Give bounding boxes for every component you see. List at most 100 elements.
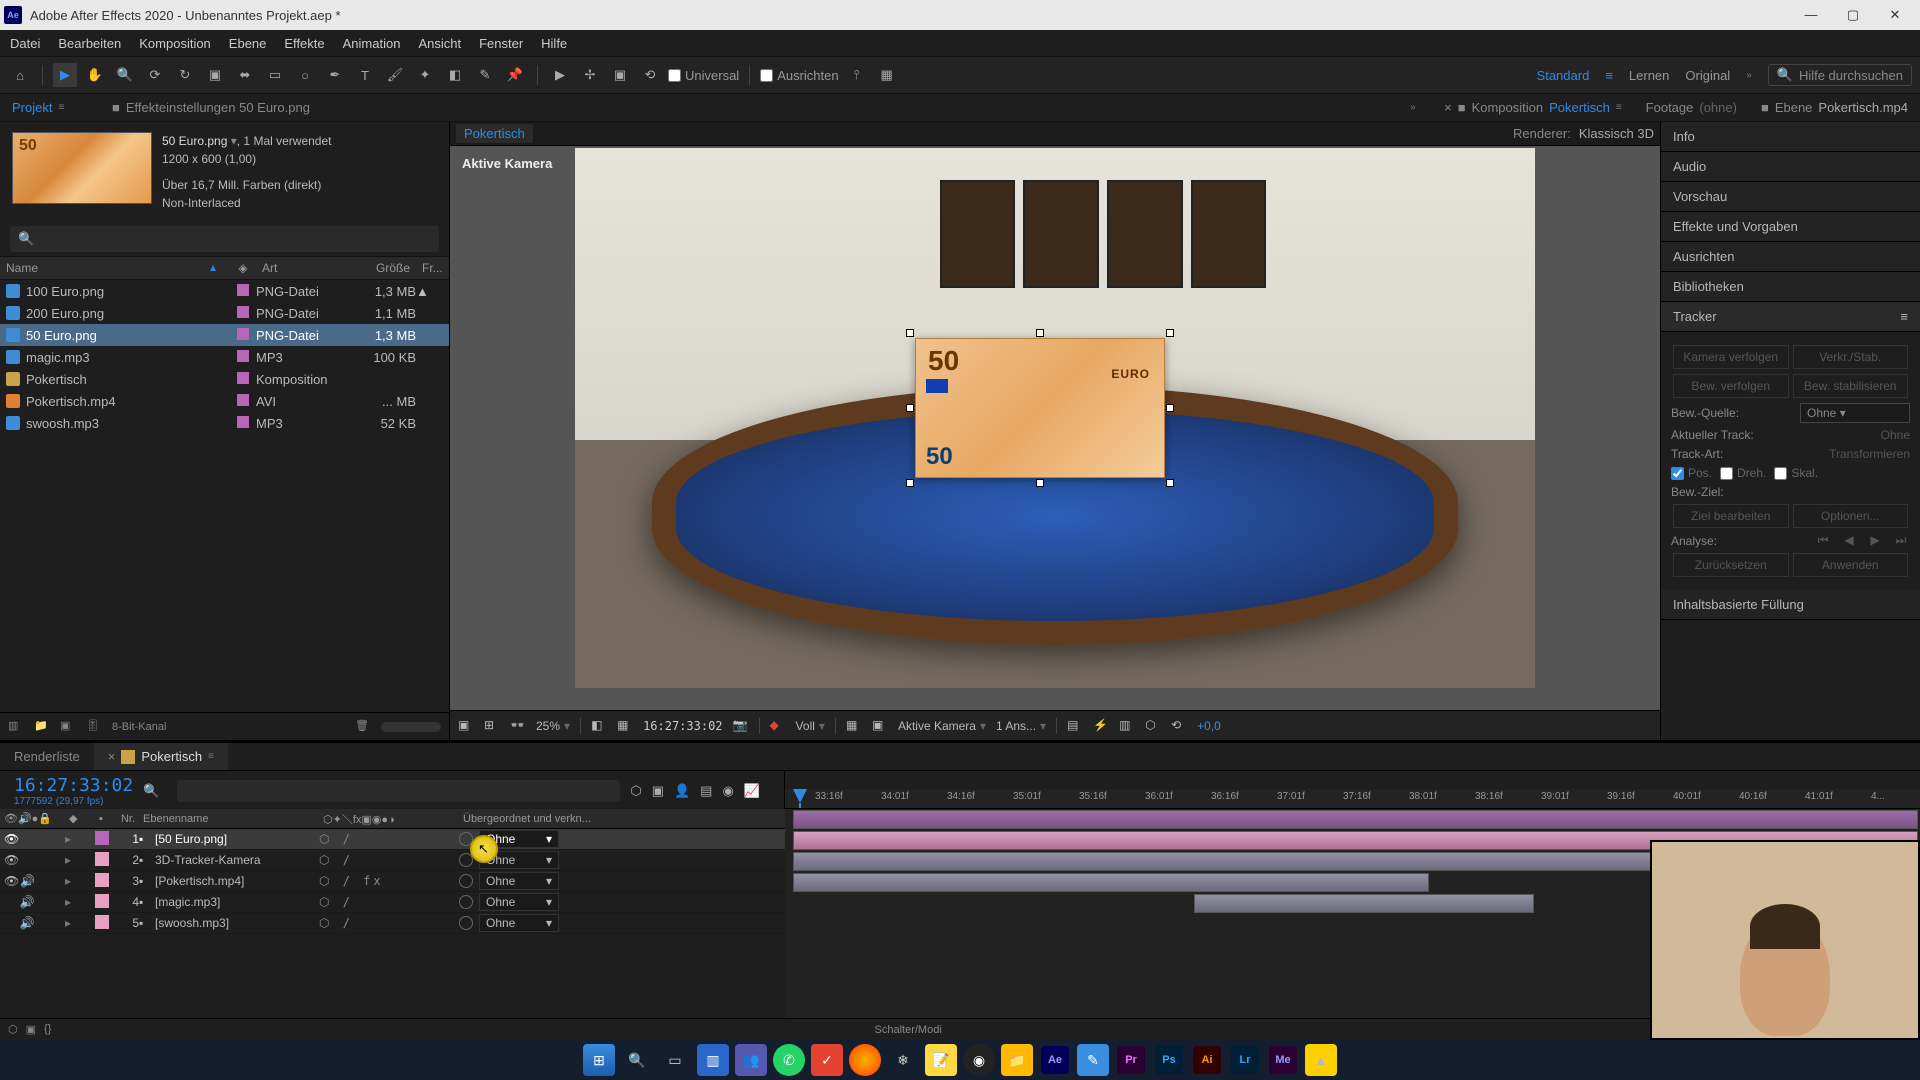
layer-bar-4[interactable] <box>793 873 1429 892</box>
project-search-input[interactable]: 🔍 <box>10 226 439 252</box>
menu-animation[interactable]: Animation <box>343 36 401 51</box>
parent-dropdown[interactable]: Ohne▾ <box>479 893 559 911</box>
comp-mini-flow-icon[interactable]: ⬡ <box>630 783 641 799</box>
edit-target-button[interactable]: Ziel bearbeiten <box>1673 504 1789 528</box>
start-button[interactable]: ⊞ <box>583 1044 615 1076</box>
home-icon[interactable]: ⌂ <box>8 63 32 87</box>
banknote-layer[interactable]: 50 EURO 50 <box>915 338 1165 478</box>
minimize-button[interactable]: — <box>1802 7 1820 23</box>
photoshop-icon[interactable]: Ps <box>1153 1044 1185 1076</box>
reset-exposure-icon[interactable]: ⟲ <box>1171 718 1187 734</box>
mask-icon[interactable]: 👓 <box>510 718 526 734</box>
analyze-back-icon[interactable]: ⏮ <box>1814 533 1832 548</box>
col-layername[interactable]: Ebenenname <box>139 813 319 825</box>
col-nr[interactable]: Nr. <box>115 813 139 825</box>
col-name[interactable]: Name <box>6 261 38 275</box>
track-camera-button[interactable]: Kamera verfolgen <box>1673 345 1789 369</box>
menu-edit[interactable]: Bearbeiten <box>58 36 121 51</box>
taskbar-search-icon[interactable]: 🔍 <box>621 1044 653 1076</box>
interpret-icon[interactable]: ▥ <box>8 719 24 735</box>
shy-icon[interactable]: 👤 <box>674 783 690 799</box>
parent-dropdown[interactable]: Ohne▾ <box>479 872 559 890</box>
project-item[interactable]: Pokertisch Komposition <box>0 368 449 390</box>
layer-bar-1[interactable] <box>793 810 1918 829</box>
comp-breadcrumb[interactable]: Pokertisch <box>456 124 533 143</box>
renderer-value[interactable]: Klassisch 3D <box>1579 126 1654 141</box>
project-item[interactable]: swoosh.mp3 MP3 52 KB <box>0 412 449 434</box>
illustrator-icon[interactable]: Ai <box>1191 1044 1223 1076</box>
menu-help[interactable]: Hilfe <box>541 36 567 51</box>
timeline-layer-row[interactable]: 🔊 ▸ 5 ▪[swoosh.mp3] ⬡ / Ohne▾ <box>0 913 785 934</box>
panel-content-fill[interactable]: Inhaltsbasierte Füllung <box>1661 590 1920 620</box>
col-size[interactable]: Größe <box>356 257 416 279</box>
timeline-timecode[interactable]: 16:27:33:02 <box>14 775 133 796</box>
exposure-value[interactable]: +0,0 <box>1197 719 1221 733</box>
panel-align[interactable]: Ausrichten <box>1661 242 1920 272</box>
menu-window[interactable]: Fenster <box>479 36 523 51</box>
local-axis-icon[interactable]: ▶ <box>548 63 572 87</box>
close-button[interactable]: ✕ <box>1886 7 1904 23</box>
premiere-icon[interactable]: Pr <box>1115 1044 1147 1076</box>
pixel-aspect-icon[interactable]: ▤ <box>1067 718 1083 734</box>
rect-tool-icon[interactable]: ▭ <box>263 63 287 87</box>
tab-layer[interactable]: ■Ebene Pokertisch.mp4 <box>1749 94 1920 121</box>
parent-dropdown[interactable]: Ohne▾ <box>479 914 559 932</box>
ellipse-tool-icon[interactable]: ○ <box>293 63 317 87</box>
panel-menu-icon[interactable]: ≡ <box>1900 309 1908 324</box>
channel-icon[interactable]: ◆ <box>770 718 786 734</box>
selection-tool-icon[interactable]: ▶ <box>53 63 77 87</box>
position-checkbox[interactable]: Pos. <box>1671 466 1712 480</box>
pickwhip-icon[interactable] <box>459 874 473 888</box>
stabilize-button[interactable]: Bew. stabilisieren <box>1793 374 1909 398</box>
switches-modes-label[interactable]: Schalter/Modi <box>875 1024 942 1036</box>
timeline-search-input[interactable] <box>177 780 620 802</box>
menu-composition[interactable]: Komposition <box>139 36 211 51</box>
pan-behind-tool-icon[interactable]: ⬌ <box>233 63 257 87</box>
3d-icon[interactable]: ▣ <box>872 718 888 734</box>
panel-preview[interactable]: Vorschau <box>1661 182 1920 212</box>
text-tool-icon[interactable]: T <box>353 63 377 87</box>
rotate-tool-icon[interactable]: ↻ <box>173 63 197 87</box>
firefox-icon[interactable] <box>849 1044 881 1076</box>
toggle-switches-icon[interactable]: ⬡ <box>8 1023 18 1036</box>
new-folder-icon[interactable]: 📁 <box>34 719 50 735</box>
snap-ext-icon[interactable]: ⫯ <box>845 63 869 87</box>
viewer-timecode[interactable]: 16:27:33:02 <box>643 719 722 733</box>
roi-icon[interactable]: ▦ <box>617 718 633 734</box>
timeline-layer-row[interactable]: 👁 ▸ 1 ▪[50 Euro.png] ⬡ / Ohne▾ <box>0 829 785 850</box>
analyze-fwd-icon[interactable]: ▶ <box>1866 533 1884 548</box>
zoom-tool-icon[interactable]: 🔍 <box>113 63 137 87</box>
mag-ratio-icon[interactable]: ▣ <box>458 718 474 734</box>
transparency-icon[interactable]: ▦ <box>846 718 862 734</box>
snapshot-icon[interactable]: 📷 <box>733 718 749 734</box>
rotation-checkbox[interactable]: Dreh. <box>1720 466 1766 480</box>
clone-tool-icon[interactable]: ✦ <box>413 63 437 87</box>
pickwhip-icon[interactable] <box>459 916 473 930</box>
settings-icon[interactable]: 🎚 <box>86 719 102 735</box>
analyze-rev-icon[interactable]: ◀ <box>1840 533 1858 548</box>
project-item[interactable]: 200 Euro.png PNG-Datei 1,1 MB <box>0 302 449 324</box>
pickwhip-icon[interactable] <box>459 832 473 846</box>
camera-dropdown[interactable]: Aktive Kamera ▾ <box>898 719 986 733</box>
notes-icon[interactable]: 📝 <box>925 1044 957 1076</box>
pickwhip-icon[interactable] <box>459 853 473 867</box>
col-label-icon[interactable]: ◈ <box>230 257 256 279</box>
sort-arrow-icon[interactable]: ▲ <box>208 263 218 274</box>
widgets-icon[interactable]: ▥ <box>697 1044 729 1076</box>
time-ruler[interactable]: 33:16f34:01f34:16f35:01f35:16f36:01f36:1… <box>785 789 1920 809</box>
universal-checkbox[interactable]: Universal <box>668 68 739 83</box>
res-icon[interactable]: ◧ <box>591 718 607 734</box>
task-view-icon[interactable]: ▭ <box>659 1044 691 1076</box>
trash-icon[interactable]: 🗑 <box>355 719 371 735</box>
eraser-tool-icon[interactable]: ◧ <box>443 63 467 87</box>
sync-icon[interactable]: ⟲ <box>638 63 662 87</box>
panel-info[interactable]: Info <box>1661 122 1920 152</box>
snap-grid-icon[interactable]: ▦ <box>875 63 899 87</box>
playhead-icon[interactable] <box>793 789 807 803</box>
tab-effect-controls[interactable]: ■Effekteinstellungen 50 Euro.png <box>100 94 322 121</box>
search-help-input[interactable]: 🔍 Hilfe durchsuchen <box>1768 64 1912 86</box>
project-item[interactable]: Pokertisch.mp4 AVI ... MB <box>0 390 449 412</box>
tab-footage[interactable]: Footage (ohne) <box>1634 94 1749 121</box>
world-axis-icon[interactable]: ✢ <box>578 63 602 87</box>
scale-checkbox[interactable]: Skal. <box>1774 466 1818 480</box>
